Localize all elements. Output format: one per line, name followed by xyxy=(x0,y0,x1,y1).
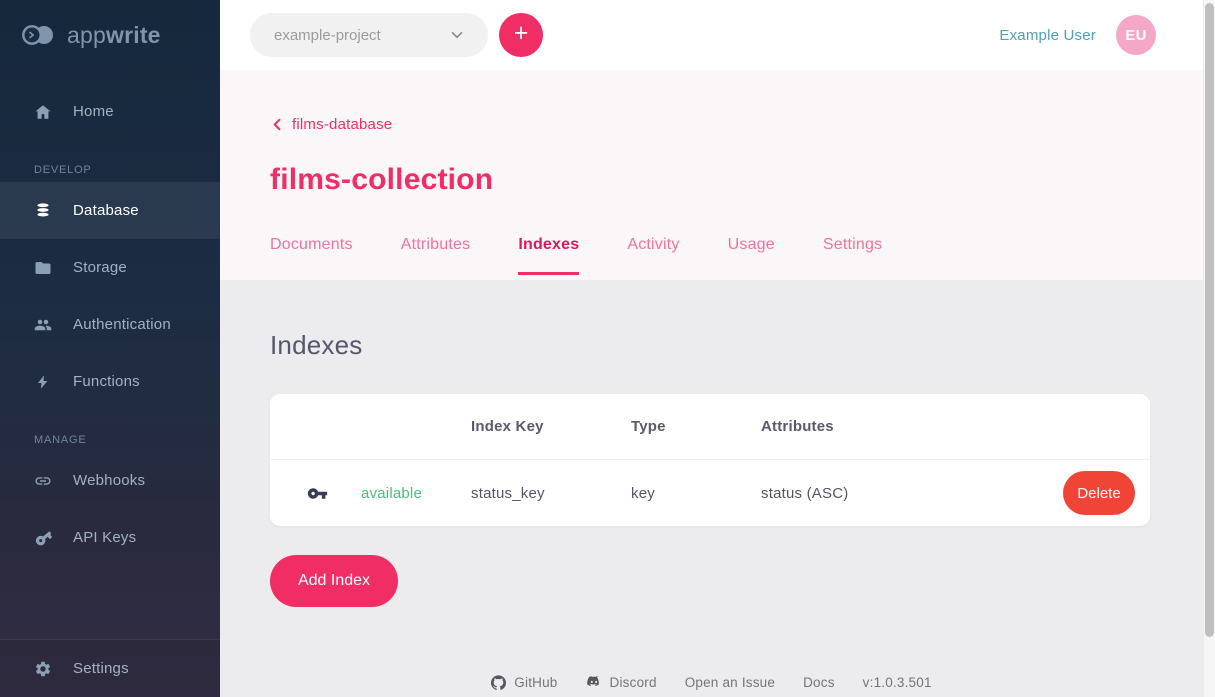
github-link[interactable]: GitHub xyxy=(491,675,557,690)
folder-icon xyxy=(33,258,53,278)
add-project-button[interactable]: + xyxy=(499,13,543,57)
users-icon xyxy=(33,315,53,335)
index-key-cell: status_key xyxy=(471,485,631,502)
sidebar-item-label: Authentication xyxy=(73,316,171,333)
breadcrumb[interactable]: films-database xyxy=(270,116,392,133)
tab-usage[interactable]: Usage xyxy=(728,236,775,275)
avatar-initials: EU xyxy=(1125,27,1146,44)
appwrite-logo-text: appwrite xyxy=(67,22,161,49)
table-header-row: Index Key Type Attributes xyxy=(270,394,1150,460)
discord-icon xyxy=(586,676,602,689)
scrollbar[interactable] xyxy=(1203,0,1215,697)
index-status: available xyxy=(361,485,471,502)
sidebar-item-storage[interactable]: Storage xyxy=(0,239,220,296)
user-area: Example User EU xyxy=(999,15,1156,55)
github-label: GitHub xyxy=(514,675,557,690)
github-icon xyxy=(491,675,506,690)
key-icon xyxy=(307,483,361,504)
topbar: example-project + Example User EU xyxy=(220,0,1203,70)
home-icon xyxy=(33,102,53,122)
sidebar-item-label: Home xyxy=(73,103,114,120)
open-issue-label: Open an Issue xyxy=(685,675,775,690)
docs-label: Docs xyxy=(803,675,835,690)
sidebar-section-manage: MANAGE xyxy=(0,434,220,446)
column-header-attributes: Attributes xyxy=(761,418,1025,435)
sidebar-item-api-keys[interactable]: API Keys xyxy=(0,509,220,566)
sidebar-item-label: Database xyxy=(73,202,139,219)
breadcrumb-label: films-database xyxy=(292,116,392,133)
project-selector-label: example-project xyxy=(274,27,381,44)
sidebar: appwrite Home DEVELOP Database Storage A… xyxy=(0,0,220,697)
tab-settings[interactable]: Settings xyxy=(823,236,882,275)
plus-icon: + xyxy=(514,21,529,46)
user-name-link[interactable]: Example User xyxy=(999,27,1096,44)
sidebar-item-label: Storage xyxy=(73,259,127,276)
tab-attributes[interactable]: Attributes xyxy=(401,236,471,275)
index-attributes-cell: status (ASC) xyxy=(761,485,1025,502)
indexes-table: Index Key Type Attributes available stat… xyxy=(270,394,1150,526)
main-content: Indexes Index Key Type Attributes availa… xyxy=(220,280,1203,697)
tab-bar: Documents Attributes Indexes Activity Us… xyxy=(270,236,882,275)
appwrite-logo-icon xyxy=(20,22,58,48)
gear-icon xyxy=(33,659,53,679)
avatar[interactable]: EU xyxy=(1116,15,1156,55)
collection-header: films-database films-collection Document… xyxy=(220,70,1203,280)
discord-link[interactable]: Discord xyxy=(586,675,657,690)
index-type-cell: key xyxy=(631,485,761,502)
sidebar-item-label: API Keys xyxy=(73,529,136,546)
chevron-down-icon xyxy=(448,26,466,44)
tab-documents[interactable]: Documents xyxy=(270,236,353,275)
column-header-type: Type xyxy=(631,418,761,435)
open-issue-link[interactable]: Open an Issue xyxy=(685,675,775,690)
delete-index-button[interactable]: Delete xyxy=(1063,471,1135,515)
scrollbar-thumb[interactable] xyxy=(1205,3,1214,637)
sidebar-item-authentication[interactable]: Authentication xyxy=(0,296,220,353)
tab-activity[interactable]: Activity xyxy=(627,236,679,275)
database-icon xyxy=(33,201,53,221)
tab-indexes[interactable]: Indexes xyxy=(518,236,579,275)
key-icon xyxy=(29,523,57,551)
sidebar-item-webhooks[interactable]: Webhooks xyxy=(0,452,220,509)
sidebar-item-functions[interactable]: Functions xyxy=(0,353,220,410)
sidebar-section-develop: DEVELOP xyxy=(0,164,220,176)
page-title: films-collection xyxy=(270,163,1203,197)
section-title: Indexes xyxy=(270,330,1203,361)
add-index-button[interactable]: Add Index xyxy=(270,555,398,607)
discord-label: Discord xyxy=(610,675,657,690)
lightning-icon xyxy=(33,372,53,392)
sidebar-item-home[interactable]: Home xyxy=(0,83,220,140)
sidebar-item-database[interactable]: Database xyxy=(0,182,220,239)
sidebar-item-settings[interactable]: Settings xyxy=(0,639,220,697)
sidebar-item-label: Settings xyxy=(73,660,129,677)
footer: GitHub Discord Open an Issue Docs v:1.0.… xyxy=(220,669,1203,695)
project-selector[interactable]: example-project xyxy=(250,13,488,57)
sidebar-item-label: Functions xyxy=(73,373,140,390)
docs-link[interactable]: Docs xyxy=(803,675,835,690)
sidebar-item-label: Webhooks xyxy=(73,472,145,489)
column-header-index-key: Index Key xyxy=(471,418,631,435)
appwrite-logo[interactable]: appwrite xyxy=(0,0,220,70)
chevron-left-icon xyxy=(270,117,285,132)
table-row: available status_key key status (ASC) De… xyxy=(270,460,1150,526)
link-icon xyxy=(33,471,53,491)
version-label: v:1.0.3.501 xyxy=(863,675,932,690)
